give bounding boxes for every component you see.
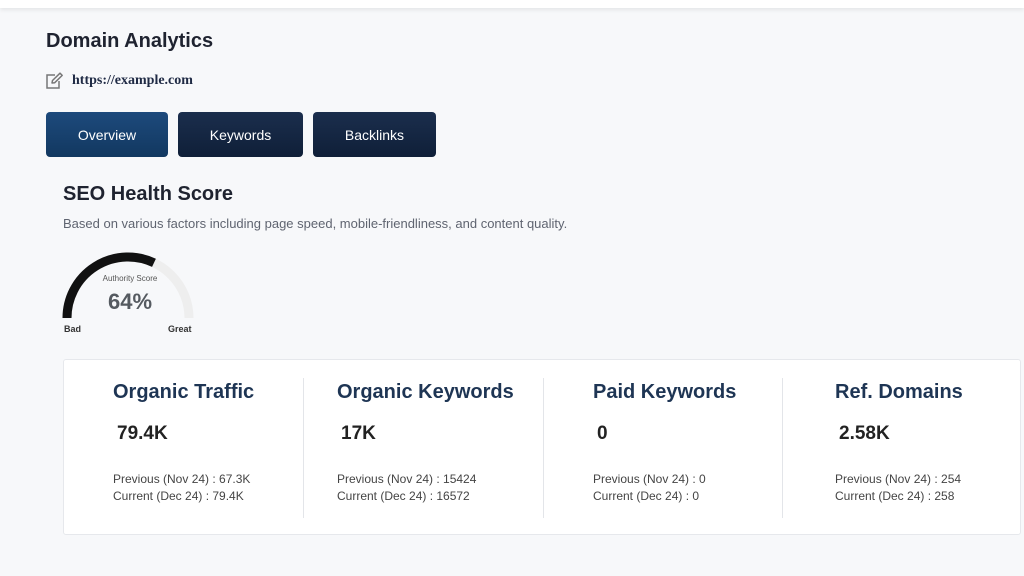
stats-card: Organic Traffic 79.4K Previous (Nov 24) …	[63, 359, 1021, 535]
top-bar	[0, 0, 1024, 8]
seo-health-subtitle: Based on various factors including page …	[63, 216, 568, 231]
stat-title: Ref. Domains	[835, 381, 963, 403]
stat-current: Current (Dec 24) : 16572	[337, 489, 470, 503]
tab-backlinks[interactable]: Backlinks	[313, 112, 436, 157]
domain-row: https://example.com	[44, 72, 193, 90]
authority-score-gauge: Authority Score 64% Bad Great	[56, 246, 204, 341]
stat-current: Current (Dec 24) : 258	[835, 489, 955, 503]
stat-previous: Previous (Nov 24) : 0	[593, 472, 706, 486]
domain-url: https://example.com	[72, 73, 193, 88]
stat-value: 17K	[341, 423, 376, 444]
stat-title: Paid Keywords	[593, 381, 737, 403]
edit-icon[interactable]	[44, 72, 64, 90]
gauge-max-label: Great	[168, 324, 192, 334]
page-title: Domain Analytics	[46, 30, 214, 52]
tab-overview[interactable]: Overview	[46, 112, 168, 157]
stat-current: Current (Dec 24) : 0	[593, 489, 700, 503]
stat-title: Organic Keywords	[337, 381, 514, 403]
stat-divider	[543, 378, 544, 518]
tab-keywords[interactable]: Keywords	[178, 112, 303, 157]
stat-divider	[303, 378, 304, 518]
gauge-min-label: Bad	[64, 324, 82, 334]
stat-value: 0	[597, 423, 608, 444]
stat-value: 79.4K	[117, 423, 168, 444]
tab-bar: Overview Keywords Backlinks	[46, 112, 436, 157]
gauge-value: 64%	[107, 289, 153, 314]
stat-title: Organic Traffic	[113, 381, 255, 403]
stat-current: Current (Dec 24) : 79.4K	[113, 489, 244, 503]
stat-divider	[782, 378, 783, 518]
stat-previous: Previous (Nov 24) : 254	[835, 472, 962, 486]
stat-previous: Previous (Nov 24) : 15424	[337, 472, 477, 486]
gauge-label: Authority Score	[102, 274, 158, 283]
seo-health-title: SEO Health Score	[63, 183, 234, 205]
stat-previous: Previous (Nov 24) : 67.3K	[113, 472, 251, 486]
stat-value: 2.58K	[839, 423, 890, 444]
